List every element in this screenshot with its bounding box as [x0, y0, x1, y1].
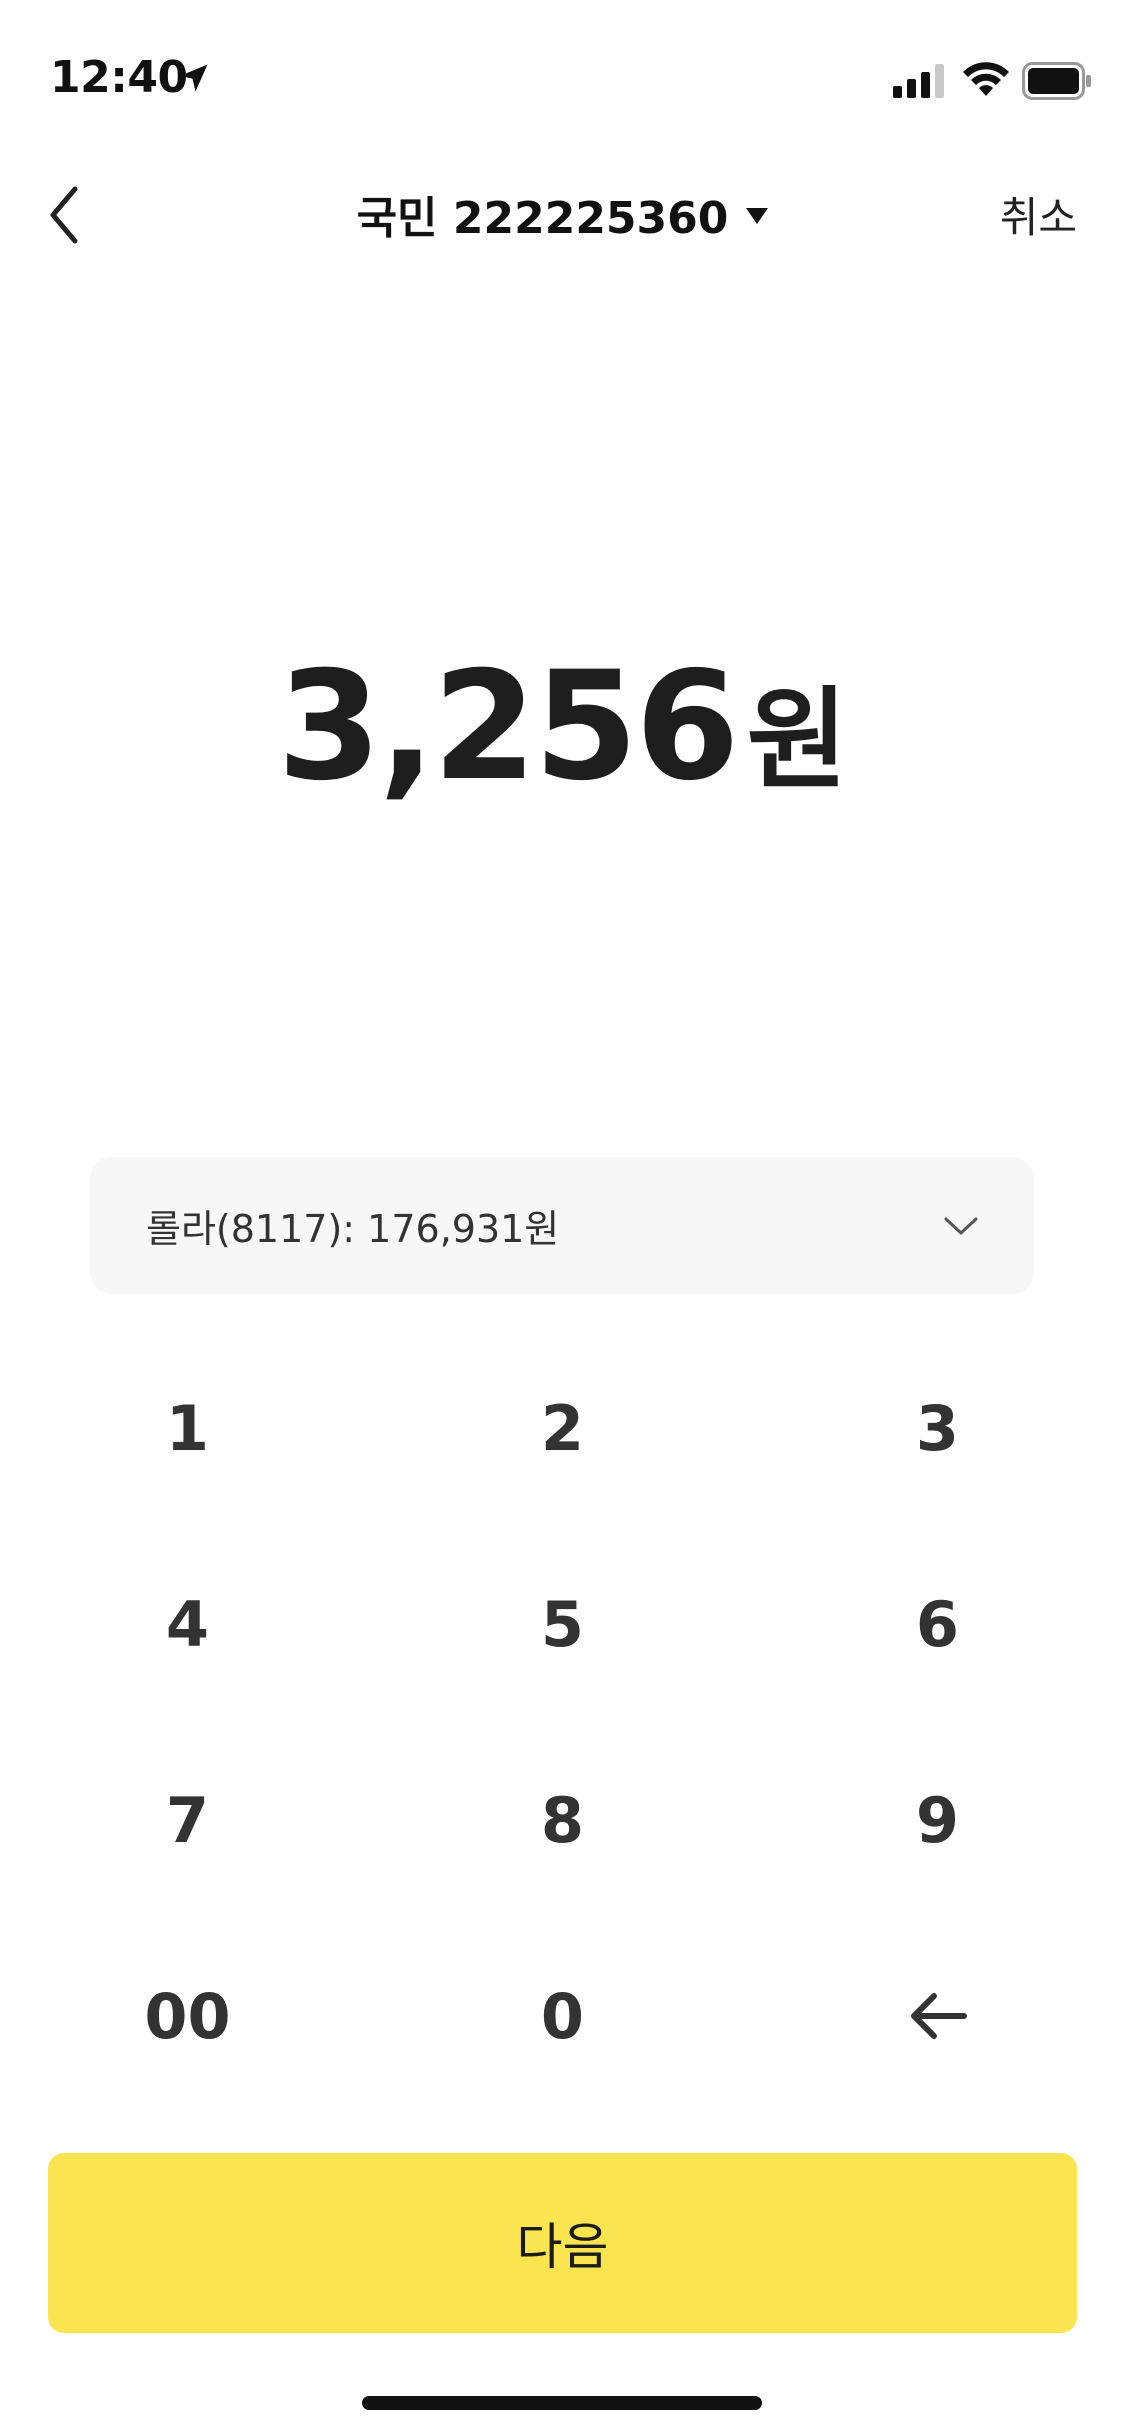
source-account-select[interactable]: 롤라(8117): 176,931원 [90, 1157, 1034, 1294]
status-bar: 12:40 [0, 0, 1125, 150]
account-title: 국민 222225360 [356, 193, 729, 244]
home-indicator [362, 2396, 762, 2410]
battery-icon [1022, 62, 1091, 100]
key-2[interactable]: 2 [375, 1330, 750, 1526]
key-7[interactable]: 7 [0, 1722, 375, 1918]
key-8[interactable]: 8 [375, 1722, 750, 1918]
caret-down-icon [746, 208, 769, 224]
chevron-down-icon [944, 1217, 978, 1234]
amount-value: 3,256 [277, 640, 739, 814]
cellular-signal-icon [893, 64, 944, 98]
status-time: 12:40 [50, 52, 188, 103]
backspace-key[interactable] [750, 1918, 1125, 2114]
backspace-arrow-icon [910, 1993, 967, 2039]
key-1[interactable]: 1 [0, 1330, 375, 1526]
location-arrow-icon [180, 64, 208, 92]
key-9[interactable]: 9 [750, 1722, 1125, 1918]
amount-unit: 원 [746, 676, 848, 804]
key-4[interactable]: 4 [0, 1526, 375, 1722]
key-5[interactable]: 5 [375, 1526, 750, 1722]
cancel-button[interactable]: 취소 [1000, 184, 1077, 245]
nav-bar: 국민 222225360 취소 [0, 160, 1125, 270]
source-account-label: 롤라(8117): 176,931원 [146, 1207, 560, 1251]
wifi-icon [963, 62, 1009, 96]
next-button[interactable]: 다음 [48, 2153, 1077, 2333]
key-0[interactable]: 0 [375, 1918, 750, 2114]
account-title-dropdown[interactable]: 국민 222225360 [357, 182, 769, 246]
key-3[interactable]: 3 [750, 1330, 1125, 1526]
key-6[interactable]: 6 [750, 1526, 1125, 1722]
key-00[interactable]: 00 [0, 1918, 375, 2114]
amount-display: 3,256원 [0, 640, 1125, 814]
number-keypad: 1 2 3 4 5 6 7 8 9 00 0 [0, 1330, 1125, 2120]
